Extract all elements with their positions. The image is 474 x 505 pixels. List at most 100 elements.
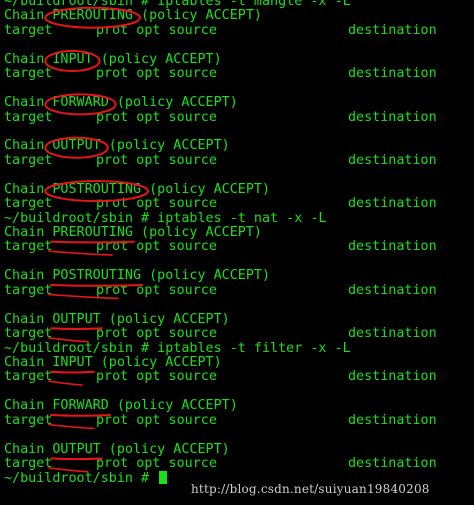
header-destination: destination	[348, 152, 437, 168]
header-prot-opt-source: prot opt source	[96, 326, 217, 342]
header-prot-opt-source: prot opt source	[96, 152, 217, 168]
header-target: target	[4, 282, 53, 298]
table-header-row: target prot opt source destination	[0, 66, 474, 82]
header-destination: destination	[348, 326, 437, 342]
chain-line: Chain POSTROUTING (policy ACCEPT)	[0, 269, 474, 283]
header-prot-opt-source: prot opt source	[96, 239, 217, 255]
chain-prefix: Chain	[4, 181, 53, 197]
shell-command: ~/buildroot/sbin # iptables -t filter -x…	[4, 340, 351, 356]
chain-line: Chain FORWARD (policy ACCEPT)	[0, 95, 474, 111]
header-target: target	[4, 109, 53, 125]
chain-name: INPUT	[52, 354, 93, 370]
chain-prefix: Chain	[4, 225, 53, 240]
header-destination: destination	[348, 66, 437, 82]
table-header-row: target prot opt source destination	[0, 22, 474, 38]
chain-prefix: Chain	[4, 398, 53, 414]
chain-prefix: Chain	[4, 138, 53, 154]
chain-policy: (policy ACCEPT)	[133, 8, 262, 24]
header-destination: destination	[348, 456, 437, 471]
header-destination: destination	[348, 109, 437, 125]
table-header-row: target prot opt source destination	[0, 196, 474, 212]
table-header-row: target prot opt source destination	[0, 282, 474, 298]
header-prot-opt-source: prot opt source	[96, 369, 217, 385]
chain-prefix: Chain	[4, 8, 53, 24]
table-header-row: target prot opt source destination	[0, 369, 474, 385]
table-header-row: target prot opt source destination	[0, 412, 474, 428]
chain-name: PREROUTING	[52, 8, 133, 24]
chain-name: FORWARD	[52, 95, 109, 111]
header-prot-opt-source: prot opt source	[96, 66, 217, 82]
shell-prompt: ~/buildroot/sbin #	[4, 471, 168, 486]
header-target: target	[4, 369, 53, 385]
header-destination: destination	[348, 239, 437, 255]
chain-name: PREROUTING	[52, 225, 133, 240]
shell-command: ~/buildroot/sbin # iptables -t nat -x -L	[4, 210, 327, 226]
header-prot-opt-source: prot opt source	[96, 412, 217, 428]
chain-name: POSTROUTING	[52, 268, 142, 284]
chain-policy: (policy ACCEPT)	[92, 354, 222, 370]
chain-policy: (policy ACCEPT)	[141, 268, 271, 284]
command-line: ~/buildroot/sbin # iptables -t nat -x -L	[0, 210, 474, 226]
chain-line: Chain PREROUTING (policy ACCEPT)	[0, 225, 474, 240]
chain-heading: Chain INPUT (policy ACCEPT)	[4, 51, 222, 67]
command-line: ~/buildroot/sbin # iptables -t filter -x…	[0, 340, 474, 356]
header-prot-opt-source: prot opt source	[96, 456, 217, 471]
chain-heading: Chain INPUT (policy ACCEPT)	[4, 354, 222, 370]
chain-prefix: Chain	[4, 354, 53, 370]
chain-heading: Chain POSTROUTING (policy ACCEPT)	[4, 181, 271, 197]
table-header-row: target prot opt source destination	[0, 109, 474, 125]
chain-line: Chain POSTROUTING (policy ACCEPT)	[0, 181, 474, 197]
header-target: target	[4, 22, 53, 38]
text-cursor[interactable]	[159, 471, 168, 485]
chain-name: OUTPUT	[52, 441, 101, 457]
chain-heading: Chain POSTROUTING (policy ACCEPT)	[4, 269, 270, 283]
header-target: target	[4, 326, 53, 342]
header-destination: destination	[348, 282, 437, 298]
chain-line: Chain OUTPUT (policy ACCEPT)	[0, 441, 474, 457]
chain-policy: (policy ACCEPT)	[108, 95, 238, 111]
terminal-output[interactable]: ~/buildroot/sbin # iptables -t mangle -x…	[0, 0, 474, 486]
chain-policy: (policy ACCEPT)	[108, 398, 238, 414]
header-prot-opt-source: prot opt source	[96, 22, 217, 38]
chain-line: Chain FORWARD (policy ACCEPT)	[0, 399, 474, 413]
chain-name: OUTPUT	[52, 311, 101, 327]
table-header-row: target prot opt source destination	[0, 239, 474, 255]
chain-heading: Chain PREROUTING (policy ACCEPT)	[4, 225, 262, 240]
header-target: target	[4, 412, 53, 428]
header-prot-opt-source: prot opt source	[96, 196, 217, 212]
chain-policy: (policy ACCEPT)	[92, 51, 222, 67]
header-destination: destination	[348, 369, 437, 385]
table-header-row: target prot opt source destination	[0, 326, 474, 342]
table-header-row: target prot opt source destination	[0, 456, 474, 471]
chain-policy: (policy ACCEPT)	[100, 138, 230, 154]
header-target: target	[4, 152, 53, 168]
header-target: target	[4, 196, 53, 212]
chain-heading: Chain FORWARD (policy ACCEPT)	[4, 399, 238, 413]
chain-name: OUTPUT	[52, 138, 101, 154]
chain-line: Chain OUTPUT (policy ACCEPT)	[0, 311, 474, 327]
chain-policy: (policy ACCEPT)	[100, 441, 230, 457]
chain-policy: (policy ACCEPT)	[141, 181, 271, 197]
header-destination: destination	[348, 412, 437, 428]
chain-line: Chain INPUT (policy ACCEPT)	[0, 354, 474, 370]
chain-heading: Chain OUTPUT (policy ACCEPT)	[4, 311, 230, 327]
chain-line: Chain INPUT (policy ACCEPT)	[0, 51, 474, 67]
chain-prefix: Chain	[4, 441, 53, 457]
chain-prefix: Chain	[4, 268, 53, 284]
header-prot-opt-source: prot opt source	[96, 109, 217, 125]
header-destination: destination	[348, 22, 437, 38]
header-destination: destination	[348, 196, 437, 212]
header-target: target	[4, 66, 53, 82]
chain-heading: Chain PREROUTING (policy ACCEPT)	[4, 9, 262, 23]
chain-prefix: Chain	[4, 311, 53, 327]
header-target: target	[4, 239, 53, 255]
chain-prefix: Chain	[4, 51, 53, 67]
chain-line: Chain OUTPUT (policy ACCEPT)	[0, 139, 474, 153]
